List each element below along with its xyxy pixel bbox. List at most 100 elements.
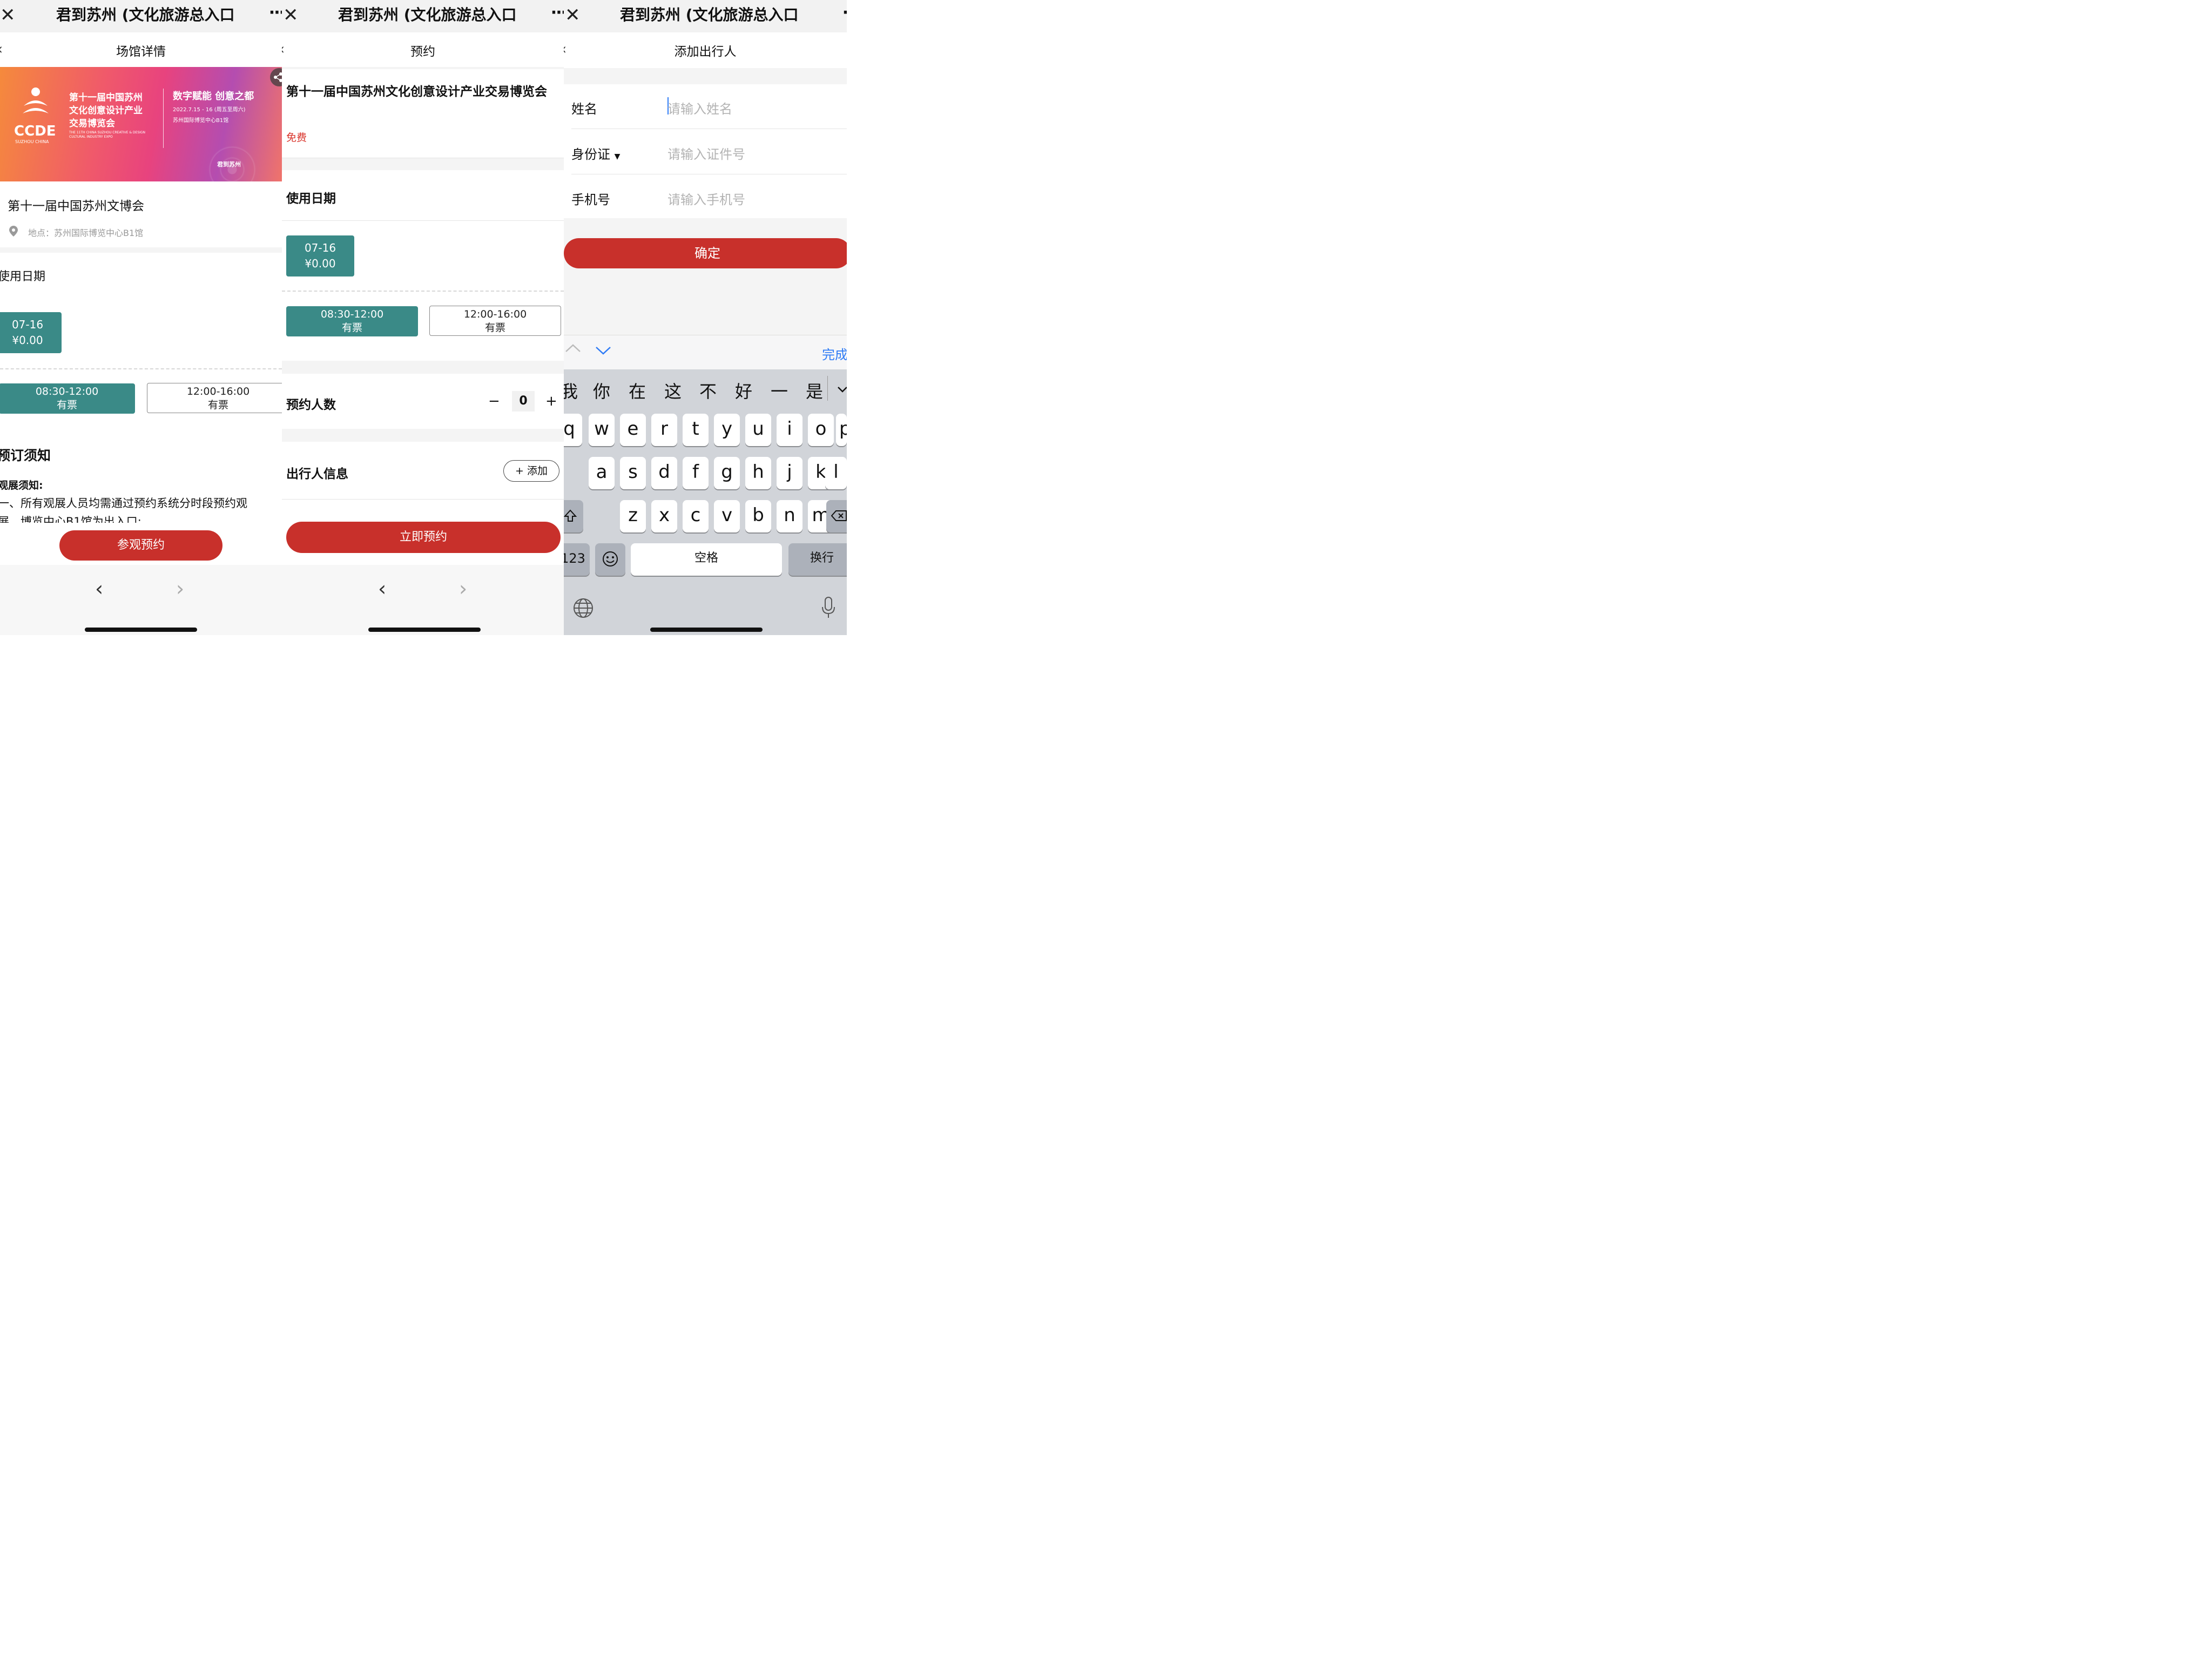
key[interactable]: l bbox=[825, 457, 847, 489]
slot-status: 有票 bbox=[56, 399, 77, 411]
key[interactable]: e bbox=[620, 414, 646, 446]
date-option[interactable]: 07-16 ¥0.00 bbox=[286, 235, 354, 276]
time-slot-afternoon[interactable]: 12:00-16:00 有票 bbox=[147, 383, 282, 413]
section-divider bbox=[282, 429, 564, 442]
phone-input[interactable]: 请输入手机号 bbox=[667, 189, 745, 208]
nav-back-icon[interactable]: ‹ bbox=[378, 577, 386, 601]
key[interactable]: x bbox=[651, 500, 677, 532]
key[interactable]: t bbox=[683, 414, 709, 446]
nav-forward-icon[interactable]: › bbox=[176, 577, 184, 601]
banner-title-2: 文化创意设计产业 bbox=[69, 105, 143, 116]
candidate[interactable]: 一 bbox=[771, 378, 788, 403]
next-field-icon[interactable] bbox=[595, 345, 611, 358]
key[interactable]: f bbox=[683, 457, 709, 489]
microphone-icon[interactable] bbox=[821, 596, 836, 621]
slot-time: 08:30-12:00 bbox=[35, 386, 99, 397]
key[interactable]: z bbox=[620, 500, 646, 532]
more-icon[interactable]: ··· bbox=[551, 3, 564, 23]
close-icon[interactable]: ✕ bbox=[0, 5, 16, 25]
return-key[interactable]: 换行 bbox=[788, 543, 847, 576]
close-icon[interactable]: ✕ bbox=[565, 5, 581, 25]
decrement-button[interactable]: − bbox=[488, 393, 500, 409]
expand-candidates-icon[interactable] bbox=[837, 386, 847, 396]
visit-booking-button[interactable]: 参观预约 bbox=[59, 530, 222, 561]
key[interactable]: s bbox=[620, 457, 646, 489]
name-label: 姓名 bbox=[571, 102, 597, 117]
candidate[interactable]: 你 bbox=[593, 378, 610, 403]
time-slot-afternoon[interactable]: 12:00-16:00 有票 bbox=[429, 306, 561, 336]
date-option[interactable]: 07-16 ¥0.00 bbox=[0, 312, 62, 353]
backspace-icon[interactable] bbox=[826, 500, 847, 532]
key[interactable]: v bbox=[714, 500, 740, 532]
key[interactable]: a bbox=[589, 457, 615, 489]
key[interactable]: h bbox=[745, 457, 771, 489]
date-option-price: ¥0.00 bbox=[12, 334, 43, 347]
dashed-divider bbox=[0, 368, 282, 369]
key[interactable]: b bbox=[745, 500, 771, 532]
confirm-button[interactable]: 确定 bbox=[564, 238, 847, 268]
date-option-price: ¥0.00 bbox=[305, 257, 336, 270]
candidate[interactable]: 我 bbox=[564, 378, 578, 403]
id-type-dropdown[interactable]: 身份证 ▼ bbox=[571, 144, 620, 163]
home-indicator bbox=[368, 628, 481, 632]
candidate[interactable]: 这 bbox=[664, 378, 682, 403]
banner-venue: 苏州国际博览中心B1馆 bbox=[173, 118, 229, 124]
price-tag: 免费 bbox=[286, 132, 307, 144]
id-number-input[interactable]: 请输入证件号 bbox=[667, 144, 745, 163]
key[interactable]: i bbox=[777, 414, 802, 446]
location-pin-icon bbox=[9, 225, 18, 239]
time-slot-morning[interactable]: 08:30-12:00 有票 bbox=[0, 383, 135, 414]
section-divider bbox=[282, 361, 564, 374]
space-key[interactable]: 空格 bbox=[631, 543, 782, 576]
browser-nav: ‹ › bbox=[0, 565, 282, 635]
close-icon[interactable]: ✕ bbox=[283, 5, 299, 25]
prev-field-icon[interactable] bbox=[565, 343, 581, 356]
emoji-icon[interactable] bbox=[595, 543, 625, 576]
candidate[interactable]: 好 bbox=[735, 378, 752, 403]
done-button[interactable]: 完成 bbox=[822, 344, 847, 363]
key[interactable]: c bbox=[683, 500, 709, 532]
key[interactable]: j bbox=[777, 457, 802, 489]
banner-date: 2022.7.15 - 16 (周五至周六) bbox=[173, 107, 246, 113]
key[interactable]: p bbox=[836, 414, 847, 446]
share-icon[interactable] bbox=[270, 68, 282, 86]
candidate[interactable]: 不 bbox=[699, 378, 717, 403]
banner-title-3: 交易博览会 bbox=[69, 118, 115, 129]
notice-line-2-clip: 展，博览中心B1馆为出入口; bbox=[0, 514, 282, 523]
increment-button[interactable]: + bbox=[545, 393, 557, 409]
window-title: 君到苏州 (文化旅游总入口 bbox=[338, 6, 517, 24]
nav-back-icon[interactable]: ‹ bbox=[95, 577, 103, 601]
date-option-date: 07-16 bbox=[11, 318, 44, 331]
key[interactable]: q bbox=[564, 414, 582, 446]
people-count-label: 预约人数 bbox=[286, 398, 336, 412]
candidate[interactable]: 在 bbox=[629, 378, 646, 403]
nav-forward-icon[interactable]: › bbox=[459, 577, 467, 601]
people-count-value[interactable]: 0 bbox=[512, 391, 535, 412]
candidate[interactable]: 是 bbox=[806, 378, 823, 403]
key[interactable]: d bbox=[651, 457, 677, 489]
key[interactable]: w bbox=[589, 414, 615, 446]
key[interactable]: g bbox=[714, 457, 740, 489]
window-title: 君到苏州 (文化旅游总入口 bbox=[56, 6, 235, 24]
key[interactable]: o bbox=[808, 414, 834, 446]
key[interactable]: u bbox=[745, 414, 771, 446]
key[interactable]: y bbox=[714, 414, 740, 446]
key[interactable]: n bbox=[777, 500, 802, 532]
page-title: 场馆详情 bbox=[116, 45, 166, 59]
home-indicator bbox=[650, 628, 763, 632]
add-traveler-button[interactable]: + 添加 bbox=[503, 460, 559, 482]
section-divider bbox=[282, 158, 564, 170]
globe-icon[interactable] bbox=[572, 597, 594, 621]
name-input[interactable]: 请输入姓名 bbox=[667, 98, 732, 117]
book-now-button[interactable]: 立即预约 bbox=[286, 522, 561, 553]
shift-icon[interactable] bbox=[564, 500, 583, 532]
more-icon[interactable]: ··· bbox=[842, 3, 847, 23]
nav-bar: ‹ 场馆详情 bbox=[0, 32, 282, 68]
top-bar: ✕ 君到苏州 (文化旅游总入口 ··· bbox=[0, 0, 282, 32]
slot-time: 08:30-12:00 bbox=[320, 308, 384, 320]
more-icon[interactable]: ··· bbox=[269, 3, 282, 23]
key[interactable]: r bbox=[651, 414, 677, 446]
time-slot-morning[interactable]: 08:30-12:00 有票 bbox=[286, 306, 418, 336]
numbers-key[interactable]: 123 bbox=[564, 543, 590, 576]
screen-venue-detail: ✕ 君到苏州 (文化旅游总入口 ··· ‹ 场馆详情 CCDE SUZHOU C… bbox=[0, 0, 282, 635]
